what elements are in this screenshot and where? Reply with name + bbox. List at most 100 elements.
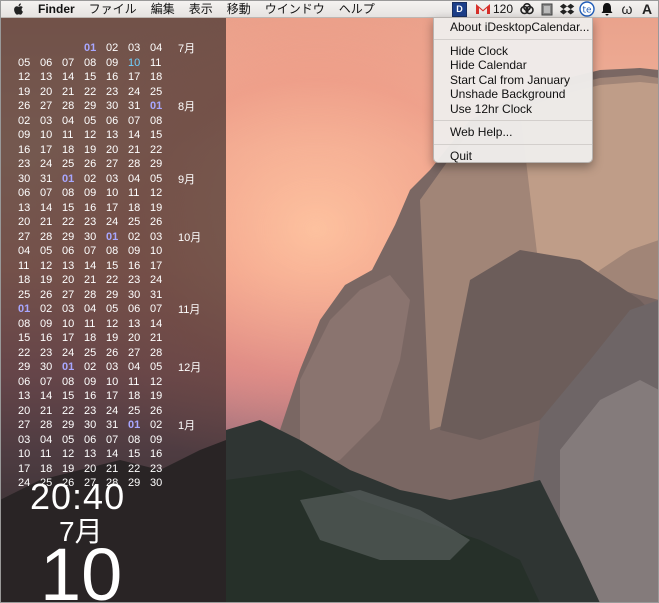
app-menu-finder[interactable]: Finder xyxy=(38,2,75,16)
calendar-day: 05 xyxy=(40,245,53,258)
calendar-day: 11 xyxy=(40,448,52,461)
menu-help[interactable]: ヘルプ xyxy=(339,0,375,17)
calendar-day: 02 xyxy=(150,419,163,432)
calendar-day: 14 xyxy=(62,71,75,84)
dropbox-icon[interactable] xyxy=(559,1,575,17)
calendar-day: 03 xyxy=(18,433,31,446)
menu-file[interactable]: ファイル xyxy=(89,0,137,17)
unshade-background-menu-item[interactable]: Unshade Background xyxy=(434,87,592,102)
web-help-menu-item[interactable]: Web Help... xyxy=(434,125,592,140)
calendar-week-row: 16 17 18 19 20 21 22 xyxy=(18,143,201,158)
calendar-day: 23 xyxy=(84,216,97,229)
calendar-day: 16 xyxy=(106,71,119,84)
calendar-day: 11 xyxy=(128,187,140,200)
calendar-day: 10 xyxy=(150,245,163,258)
calendar-day: 14 xyxy=(150,317,163,330)
calendar-day: 14 xyxy=(40,201,53,214)
calendar-day: 19 xyxy=(40,274,53,287)
calendar-day: 24 xyxy=(62,346,75,359)
apple-icon[interactable] xyxy=(12,2,26,16)
calendar-day: 22 xyxy=(18,346,31,359)
menu-window[interactable]: ウインドウ xyxy=(265,0,325,17)
calendar-week-row: 27 28 29 30 01 02 03 10月 xyxy=(18,230,201,245)
menu-separator xyxy=(434,120,592,121)
calendar-day: 31 xyxy=(128,100,141,113)
font-icon[interactable]: A xyxy=(639,1,655,17)
hide-calendar-menu-item[interactable]: Hide Calendar xyxy=(434,58,592,73)
hide-clock-menu-item[interactable]: Hide Clock xyxy=(434,44,592,59)
trash-icon[interactable] xyxy=(539,1,555,17)
calendar-day: 31 xyxy=(40,172,53,185)
calendar-day: 01 xyxy=(150,100,163,113)
calendar-day: 29 xyxy=(62,230,75,243)
calendar-day: 27 xyxy=(128,346,141,359)
calendar-day: 30 xyxy=(128,288,141,301)
calendar-day: 28 xyxy=(128,158,141,171)
textexpander-icon[interactable]: te xyxy=(579,1,595,17)
calendar-week-row: 23 24 25 26 27 28 29 xyxy=(18,157,201,172)
calendar-day: 16 xyxy=(18,143,31,156)
calendar-week-row: 18 19 20 21 22 23 24 xyxy=(18,273,201,288)
gmail-icon[interactable] xyxy=(475,1,491,17)
calendar-day: 08 xyxy=(62,375,75,388)
calendar-week-row: 06 07 08 09 10 11 12 xyxy=(18,186,201,201)
calendar-day: 27 xyxy=(106,158,119,171)
calendar-day: 29 xyxy=(84,100,97,113)
creative-cloud-icon[interactable] xyxy=(519,1,535,17)
calendar-day: 18 xyxy=(62,143,75,156)
calendar-month-label: 1月 xyxy=(178,420,196,433)
menu-edit[interactable]: 編集 xyxy=(151,0,175,17)
about-menu-item[interactable]: About iDesktopCalendar... xyxy=(434,20,592,35)
calendar-week-row: 15 16 17 18 19 20 21 xyxy=(18,331,201,346)
calendar-day: 08 xyxy=(128,433,141,446)
calendar-day: 11 xyxy=(150,56,162,69)
calendar-day: 17 xyxy=(128,71,141,84)
calendar-day: 26 xyxy=(84,158,97,171)
calendar-month-label: 9月 xyxy=(178,173,196,186)
calendar-day: 05 xyxy=(18,56,31,69)
calendar-day: 26 xyxy=(150,404,163,417)
calendar-week-row: 01 02 03 04 05 06 07 11月 xyxy=(18,302,201,317)
calendar-day: 08 xyxy=(150,114,163,127)
menu-go[interactable]: 移動 xyxy=(227,0,251,17)
calendar-day: 02 xyxy=(40,303,53,316)
calendar-week-row: 03 04 05 06 07 08 09 xyxy=(18,433,201,448)
calendar-day: 09 xyxy=(106,56,119,69)
menu-bar: Finder ファイル 編集 表示 移動 ウインドウ ヘルプ D 120 te … xyxy=(0,0,659,18)
calendar-day: 20 xyxy=(18,404,31,417)
calendar-day: 24 xyxy=(40,158,53,171)
calendar-month-label: 12月 xyxy=(178,362,202,375)
calendar-day: 18 xyxy=(128,390,141,403)
calendar-day: 07 xyxy=(106,433,119,446)
calendar-day: 15 xyxy=(84,71,97,84)
calendar-day: 20 xyxy=(84,462,97,475)
calendar-day: 25 xyxy=(62,158,75,171)
calendar-day: 04 xyxy=(62,114,75,127)
calendar-day: 09 xyxy=(84,187,97,200)
start-cal-from-january-menu-item[interactable]: Start Cal from January xyxy=(434,73,592,88)
calendar-day: 21 xyxy=(62,85,75,98)
calendar-day: 10 xyxy=(128,56,141,69)
quit-menu-item[interactable]: Quit xyxy=(434,149,592,164)
calendar-day: 20 xyxy=(62,274,75,287)
calendar-day: 23 xyxy=(84,404,97,417)
calendar-day: 30 xyxy=(84,230,97,243)
calendar-month-label: 8月 xyxy=(178,101,196,114)
calendar-day: 22 xyxy=(62,404,75,417)
omega-icon[interactable]: ω xyxy=(619,1,635,17)
calendar-day: 10 xyxy=(40,129,53,142)
calendar-day: 05 xyxy=(62,433,75,446)
use-12hr-clock-menu-item[interactable]: Use 12hr Clock xyxy=(434,102,592,117)
calendar-day: 23 xyxy=(128,274,141,287)
calendar-day: 28 xyxy=(62,100,75,113)
menu-view[interactable]: 表示 xyxy=(189,0,213,17)
idesktopcalendar-icon[interactable]: D xyxy=(451,1,467,17)
calendar-day: 25 xyxy=(150,85,163,98)
calendar-day: 22 xyxy=(62,216,75,229)
calendar-day: 12 xyxy=(62,448,75,461)
calendar-week-row: 02 03 04 05 06 07 08 xyxy=(18,114,201,129)
calendar-day: 09 xyxy=(18,129,31,142)
notification-bell-icon[interactable] xyxy=(599,1,615,17)
calendar-day: 26 xyxy=(106,346,119,359)
calendar-day: 25 xyxy=(84,346,97,359)
